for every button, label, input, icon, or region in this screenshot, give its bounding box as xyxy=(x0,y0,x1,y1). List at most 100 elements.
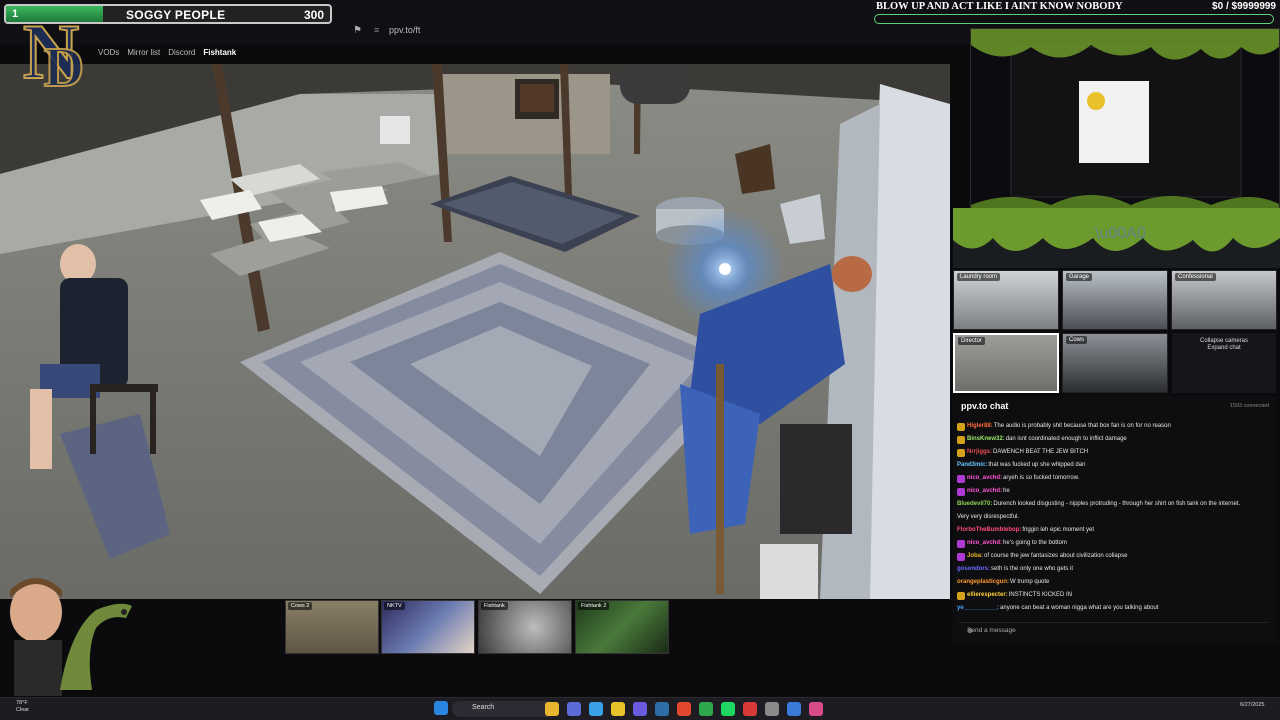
banner-progress-bar xyxy=(874,14,1274,24)
nd-logo-icon: N D xyxy=(22,7,85,98)
nav-fishtank[interactable]: Fishtank xyxy=(203,48,236,57)
slime-overlay xyxy=(971,29,1279,213)
overlay-screen xyxy=(970,28,1280,214)
user-badge-icon xyxy=(957,591,965,600)
user-badge-icon xyxy=(957,422,965,431)
svg-text:D: D xyxy=(44,37,84,98)
nav-mirror-list[interactable]: Mirror list xyxy=(127,48,160,57)
chat-text: seth is the only one who gets it xyxy=(991,566,1074,572)
thumb-fishtank-2[interactable]: Fishtank 2 xyxy=(575,600,669,654)
cam-director[interactable]: Director xyxy=(953,333,1059,393)
cam-garage[interactable]: Garage xyxy=(1062,270,1168,330)
cam-label: Director xyxy=(958,337,986,345)
chat-message: Higler88: The audio is probably shit bec… xyxy=(957,420,1273,433)
banner-title: BLOW UP AND ACT LIKE I AINT KNOW NOBODY xyxy=(876,1,1123,12)
chat-text: that was fucked up she whipped dan xyxy=(988,462,1086,468)
main-camera-view[interactable] xyxy=(0,64,950,599)
weather-temp: 78°F xyxy=(16,700,28,706)
chat-message: nico_avchd: aryeh is so fucked tomorrow. xyxy=(957,472,1273,485)
thumb-label: Fishtank xyxy=(481,602,508,610)
chat-username[interactable]: nico_avchd: xyxy=(967,472,1002,485)
chat-title: ppv.to chat xyxy=(961,401,1009,411)
gear-icon[interactable]: ⚙ xyxy=(967,627,1267,635)
taskbar-date: 6/27/2025 xyxy=(1240,702,1265,708)
collapse-cameras-button[interactable]: Collapse cameras xyxy=(1172,338,1276,345)
chat-message: BinsKnew32: dan isnt coordinated enough … xyxy=(957,433,1273,446)
thumb-nktv[interactable]: NKTV xyxy=(381,600,475,654)
discord-icon[interactable] xyxy=(633,702,647,716)
chat-connected-count: 1593 connected xyxy=(1229,403,1269,409)
chat-input[interactable]: Send a message ⚙ xyxy=(959,622,1269,638)
chat-message: Joba: of course the jew fantasizes about… xyxy=(957,550,1273,563)
expand-chat-button[interactable]: Expand chat xyxy=(1172,345,1276,352)
brave-icon[interactable] xyxy=(677,702,691,716)
explorer-icon[interactable] xyxy=(545,702,559,716)
thumb-fishtank[interactable]: Fishtank xyxy=(478,600,572,654)
chrome-icon[interactable] xyxy=(743,702,757,716)
chat-text: DAWENCH BEAT THE JEW BITCH xyxy=(993,449,1089,455)
address-bar[interactable]: ppv.to/ft xyxy=(389,25,420,35)
chat-username[interactable]: ye__________: xyxy=(957,602,999,615)
spotify-icon[interactable] xyxy=(721,702,735,716)
cam-label: Cows xyxy=(1066,336,1088,344)
chat-username[interactable]: Higler88: xyxy=(967,420,993,433)
chat-text: aryeh is so fucked tomorrow. xyxy=(1003,475,1080,481)
chat-username[interactable]: nico_avchd: xyxy=(967,485,1002,498)
cam-label: Garage xyxy=(1066,273,1093,281)
chat-message: orangeplasticgun: W trump quote xyxy=(957,576,1273,589)
chat-username[interactable]: FlorboTheBumblebop: xyxy=(957,524,1021,537)
chat-text: Very very disrespectful. xyxy=(957,514,1020,520)
weather-desc: Clear xyxy=(16,707,30,713)
app-icon[interactable] xyxy=(589,702,603,716)
taskbar-search[interactable]: Search xyxy=(452,701,556,717)
xbox-icon[interactable] xyxy=(699,702,713,716)
hud-label: SOGGY PEOPLE xyxy=(126,8,226,22)
bookmark-icon[interactable]: ⚑ xyxy=(353,25,362,36)
chat-message: FlorboTheBumblebop: friggin leh epic mom… xyxy=(957,524,1273,537)
app-icon[interactable] xyxy=(787,702,801,716)
chat-message-list: Higler88: The audio is probably shit bec… xyxy=(957,420,1273,615)
chat-username[interactable]: BinsKnew32: xyxy=(967,433,1005,446)
nav-vods[interactable]: VODs xyxy=(98,48,119,57)
app-icon[interactable] xyxy=(765,702,779,716)
site-settings-icon[interactable]: ≡ xyxy=(374,25,379,35)
taskbar-left-icons xyxy=(434,701,448,715)
windows-icon[interactable] xyxy=(434,701,448,715)
chat-text: friggin leh epic moment yet xyxy=(1022,527,1095,533)
thumb-label: Fishtank 2 xyxy=(578,602,610,610)
taskbar-clock[interactable]: 6/27/2025 xyxy=(1240,702,1264,709)
stream-root: 1 SOGGY PEOPLE 300 ⚑ ≡ ppv.to/ft BLOW UP… xyxy=(0,0,1280,720)
chat-username[interactable]: gosondors: xyxy=(957,563,990,576)
app-icon[interactable] xyxy=(809,702,823,716)
cam-cows[interactable]: Cows xyxy=(1062,333,1168,393)
chat-text: INSTINCTS KICKED IN xyxy=(1008,592,1073,598)
chat-username[interactable]: Nrrjiggs: xyxy=(967,446,992,459)
chat-message: Nrrjiggs: DAWENCH BEAT THE JEW BITCH xyxy=(957,446,1273,459)
folder-icon[interactable] xyxy=(611,702,625,716)
cam-laundry-room[interactable]: Laundry room xyxy=(953,270,1059,330)
chat-panel: ppv.to chat 1593 connected Higler88: The… xyxy=(953,396,1277,644)
nav-discord[interactable]: Discord xyxy=(168,48,195,57)
chat-username[interactable]: Joba: xyxy=(967,550,983,563)
weather-widget[interactable]: 78°F Clear xyxy=(16,700,29,714)
chat-message: ye__________: anyone can beat a woman ni… xyxy=(957,602,1273,615)
steam-icon[interactable] xyxy=(655,702,669,716)
thumb-label: NKTV xyxy=(384,602,405,610)
thumb-label: Cows 2 xyxy=(288,602,313,610)
cam-confessional[interactable]: Confessional xyxy=(1171,270,1277,330)
taskbar-search-label: Search xyxy=(472,704,495,711)
chat-username[interactable]: nico_avchd: xyxy=(967,537,1002,550)
chat-username[interactable]: ellierespecter: xyxy=(967,589,1008,602)
banner-money: $0 / $9999999 xyxy=(1212,1,1276,12)
taskbar-apps xyxy=(545,702,823,716)
streamer-webcam xyxy=(10,578,132,696)
chat-text: anyone can beat a woman nigga what are y… xyxy=(1000,605,1159,611)
chat-username[interactable]: Bluedevil70: xyxy=(957,498,992,511)
app-icon[interactable] xyxy=(567,702,581,716)
chat-text: he xyxy=(1003,488,1010,494)
user-badge-icon xyxy=(957,435,965,444)
chat-text: The audio is probably shit because that … xyxy=(993,423,1171,429)
thumb-cows-2[interactable]: Cows 2 xyxy=(285,600,379,654)
chat-username[interactable]: Pand3mic: xyxy=(957,459,987,472)
chat-username[interactable]: orangeplasticgun: xyxy=(957,576,1009,589)
